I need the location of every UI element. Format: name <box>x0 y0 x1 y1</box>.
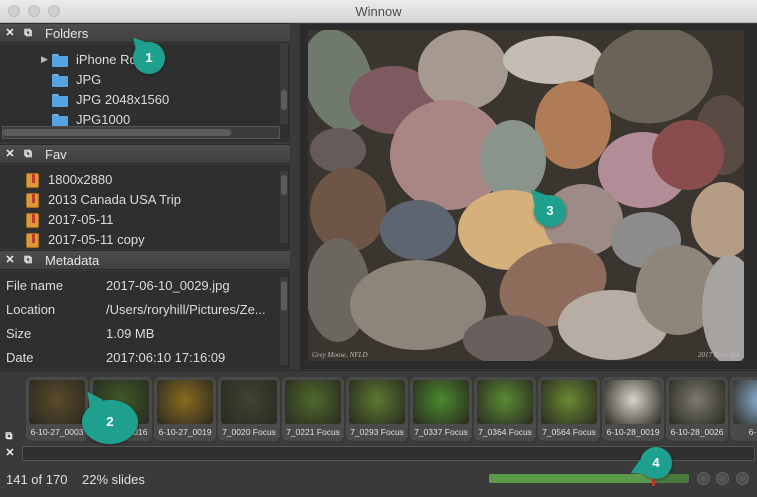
thumbnail-label: 7_0221 Focus <box>286 427 340 437</box>
thumbnail-image <box>157 380 213 424</box>
photo-caption-right: 2017 Rory Hill <box>698 351 740 359</box>
zoom-slider-fill <box>489 474 653 483</box>
zoom-label: 22% slides <box>82 472 145 487</box>
thumbnail-label: 6-10-28_0019 <box>606 427 660 437</box>
bookmark-icon <box>26 233 39 248</box>
float-filmstrip-icon[interactable]: ⧉ <box>3 431 15 443</box>
thumbnail-image <box>541 380 597 424</box>
folders-horizontal-scrollbar[interactable] <box>2 126 280 139</box>
thumbnail-label: 6-10-27_0019 <box>158 427 212 437</box>
folder-icon <box>52 94 68 107</box>
thumbnail-image <box>413 380 469 424</box>
folder-icon <box>52 54 68 67</box>
bookmark-icon <box>26 173 39 188</box>
window-title: Winnow <box>355 4 402 19</box>
thumbnail-label: 6-10-2 <box>748 427 757 437</box>
filmstrip-thumbnail[interactable]: 6-10-28_0019 <box>602 377 664 441</box>
thumbnail-label: 7_0020 Focus <box>222 427 276 437</box>
thumbnail-image <box>605 380 661 424</box>
thumbnail-image <box>221 380 277 424</box>
panel-splitter[interactable] <box>290 23 300 370</box>
metadata-value: 2017:06:10 17:16:09 <box>106 350 226 365</box>
fav-panel: 1800x2880 2013 Canada USA Trip 2017-05-1… <box>0 165 290 249</box>
panel-title: Fav <box>45 147 67 162</box>
float-panel-icon[interactable]: ⧉ <box>22 254 34 266</box>
float-panel-icon[interactable]: ⧉ <box>22 27 34 39</box>
fav-panel-header: ✕ ⧉ Fav <box>0 144 290 164</box>
title-bar: Winnow <box>0 0 757 23</box>
thumbnail-image <box>733 380 757 424</box>
filmstrip-thumbnail[interactable]: 6-10-2 <box>730 377 757 441</box>
fav-vertical-scrollbar[interactable] <box>280 171 288 243</box>
thumbnail-label: 6-10-28_0026 <box>670 427 724 437</box>
thumbnail-label: 7_0337 Focus <box>414 427 468 437</box>
thumbnail-image <box>349 380 405 424</box>
filmstrip-thumbnail[interactable]: 7_0337 Focus <box>410 377 472 441</box>
status-indicator-1[interactable] <box>697 472 710 485</box>
filmstrip-thumbnail[interactable]: 6-10-27_0019 <box>154 377 216 441</box>
metadata-vertical-scrollbar[interactable] <box>280 277 288 365</box>
folder-icon <box>52 74 68 87</box>
thumbnail-image <box>29 380 85 424</box>
metadata-key: Size <box>6 326 32 341</box>
thumbnail-label: 7_0564 Focus <box>542 427 596 437</box>
filmstrip-thumbnail[interactable]: 6-10-27_0003 <box>26 377 88 441</box>
filmstrip-thumbnail[interactable]: 7_0293 Focus <box>346 377 408 441</box>
metadata-panel: File name 2017-06-10_0029.jpg Location /… <box>0 271 290 369</box>
image-count: 141 of 170 <box>6 472 68 487</box>
thumbnail-label: 6-10-27_0003 <box>30 427 84 437</box>
close-panel-icon[interactable]: ✕ <box>4 27 16 39</box>
metadata-key: File name <box>6 278 64 293</box>
thumbnail-image <box>669 380 725 424</box>
close-panel-icon[interactable]: ✕ <box>4 148 16 160</box>
float-panel-icon[interactable]: ⧉ <box>22 148 34 160</box>
thumbnail-image <box>285 380 341 424</box>
filmstrip-thumbnail[interactable]: 7_0020 Focus <box>218 377 280 441</box>
filmstrip-thumbnail[interactable]: 7_0364 Focus <box>474 377 536 441</box>
metadata-key: Location <box>6 302 56 317</box>
thumbnail-label: 7_0364 Focus <box>478 427 532 437</box>
metadata-value: 1.09 MB <box>106 326 155 341</box>
status-indicator-2[interactable] <box>716 472 729 485</box>
close-filmstrip-icon[interactable]: ✕ <box>4 447 16 459</box>
zoom-window-button[interactable] <box>48 5 60 17</box>
bookmark-icon <box>26 213 39 228</box>
status-indicator-3[interactable] <box>736 472 749 485</box>
metadata-panel-header: ✕ ⧉ Metadata <box>0 250 290 270</box>
close-panel-icon[interactable]: ✕ <box>4 254 16 266</box>
thumbnail-image <box>477 380 533 424</box>
filmstrip-thumbnail[interactable]: 6-10-28_0026 <box>666 377 728 441</box>
panel-title: Metadata <box>45 253 100 268</box>
metadata-value: 2017-06-10_0029.jpg <box>106 278 230 293</box>
metadata-key: Date <box>6 350 34 365</box>
close-window-button[interactable] <box>8 5 20 17</box>
filmstrip-thumbnail[interactable]: 7_0564 Focus <box>538 377 600 441</box>
panel-title: Folders <box>45 26 89 41</box>
thumbnail-label: 7_0293 Focus <box>350 427 404 437</box>
photo-caption-left: Grey Moose, NFLD <box>312 351 368 359</box>
minimize-window-button[interactable] <box>28 5 40 17</box>
metadata-value: /Users/roryhill/Pictures/Ze... <box>106 302 266 317</box>
bookmark-icon <box>26 193 39 208</box>
filmstrip-thumbnail[interactable]: 7_0221 Focus <box>282 377 344 441</box>
expand-arrow-icon[interactable]: ▶ <box>41 54 48 65</box>
folders-vertical-scrollbar[interactable] <box>280 44 288 124</box>
